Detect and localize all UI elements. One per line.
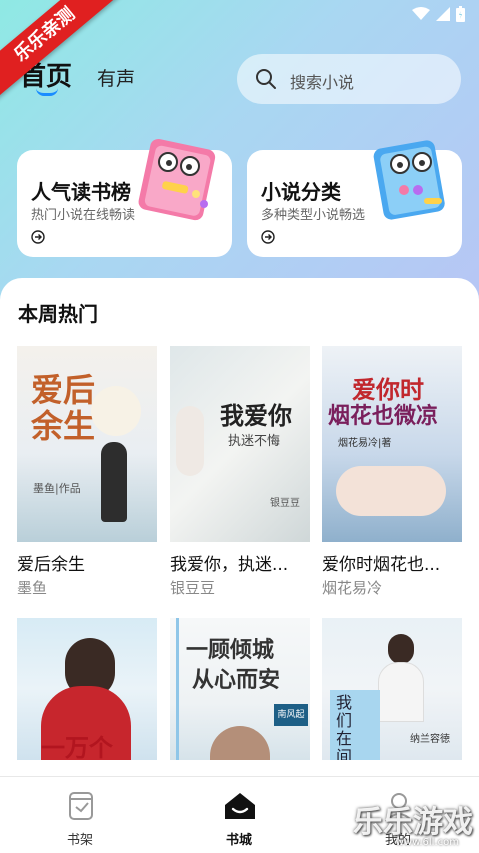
wifi-icon [412,7,430,20]
search-placeholder: 搜索小说 [290,73,355,92]
cover-title: 一万个 [41,733,113,760]
content-panel: 本周热门 爱后余生 墨鱼|作品 爱后余生 墨鱼 我爱你 执迷不悔 银豆豆 我爱你… [0,278,479,775]
book-title: 爱后余生 [17,555,85,575]
book-author: 墨鱼 [17,579,48,597]
section-title: 本周热门 [18,302,98,326]
search-input[interactable]: 搜索小说 [237,54,461,104]
book-mascot-icon [138,138,216,221]
cover-title-line2: 烟花也微凉 [328,403,439,429]
card-title: 小说分类 [261,180,341,204]
cover-title: 我们在间 [336,693,353,761]
nav-label: 书架 [66,833,93,848]
book-title: 爱你时烟花也... [322,555,441,575]
cover-author: 烟花易冷|著 [338,438,392,449]
cover-author: 墨鱼|作品 [33,482,81,495]
cover-author: 银豆豆 [270,498,300,509]
book-cover: 爱你时 烟花也微凉 烟花易冷|著 [322,346,462,542]
cover-figure [101,442,127,522]
cover-figure [210,726,270,760]
cover-title-line2: 从心而安 [192,667,281,693]
watermark-text: 乐乐游戏 [353,805,473,840]
site-watermark: 乐乐游戏 www.6ll.com [347,793,477,853]
signal-icon [436,7,450,21]
cover-title: 我爱你 [220,401,292,430]
novel-category-card[interactable]: 小说分类 多种类型小说畅选 [247,140,462,257]
status-icons [412,6,465,22]
battery-icon [456,6,465,22]
card-subtitle: 热门小说在线畅读 [31,208,136,223]
cover-moon [91,386,141,436]
book-cover: 一顾倾城 从心而安 南风起 [170,618,310,760]
book-cover: 我爱你 执迷不悔 银豆豆 [170,346,310,542]
cover-stripe [176,618,179,760]
book-author: 烟花易冷 [322,579,383,597]
cover-figure [336,466,446,516]
book-title: 我爱你，执迷... [170,555,289,575]
cover-author: 纳兰容徳 [410,734,450,745]
watermark-url: www.6ll.com [395,837,459,848]
cover-figure [176,406,204,476]
bookstore-icon [225,793,255,819]
tab-active-indicator [36,88,58,96]
book-cover: 一万个 [17,618,157,760]
arrow-right-icon [31,230,45,244]
nav-bookshelf[interactable]: 书架 [20,777,140,853]
notebook-mascot-icon [373,140,445,220]
cover-subtitle: 执迷不悔 [228,434,281,449]
popular-ranking-card[interactable]: 人气读书榜 热门小说在线畅读 [17,138,232,257]
nav-bookstore[interactable]: 书城 [179,777,299,853]
cover-title: 一顾倾城 [186,637,275,663]
cover-figure-dress [378,662,424,722]
cover-author: 南风起 [274,704,308,726]
tab-audio[interactable]: 有声 [97,64,135,91]
card-title: 人气读书榜 [31,180,131,204]
cover-figure-hair [388,634,414,664]
book-author: 银豆豆 [170,579,216,597]
search-icon [256,69,276,89]
arrow-right-icon [261,230,275,244]
card-subtitle: 多种类型小说畅选 [261,208,366,223]
nav-label: 书城 [225,833,252,848]
book-cover: 我们在间 纳兰容徳 [322,618,462,760]
book-cover: 爱后余生 墨鱼|作品 [17,346,157,542]
bookshelf-icon [69,792,93,820]
